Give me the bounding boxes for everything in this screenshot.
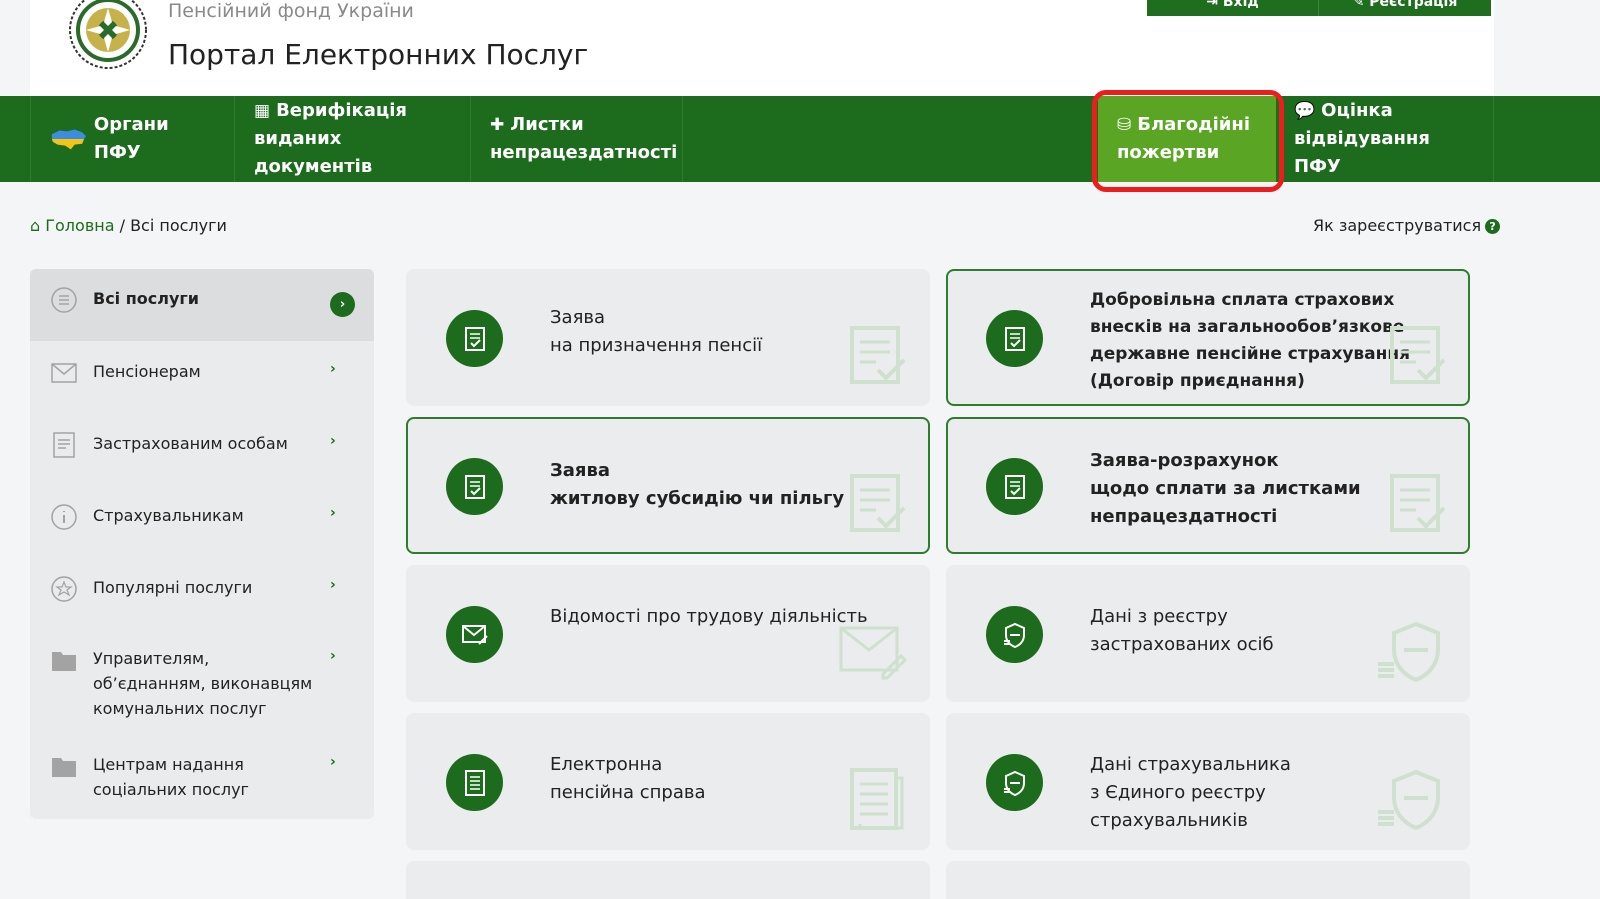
- login-button[interactable]: ⇥ Вхід: [1147, 0, 1319, 16]
- chevron-right-icon: ›: [330, 433, 336, 449]
- sidebar-item-managers[interactable]: Управителям, об’єднанням, виконавцям ком…: [30, 646, 374, 721]
- question-icon: ?: [1485, 219, 1501, 234]
- list-icon: [50, 286, 77, 313]
- nav-sick-leave-label: ✚ Листки непрацездатності: [490, 114, 678, 163]
- pfu-logo[interactable]: [66, 0, 150, 72]
- nav-rating-label: 💬 Оцінка відвідування ПФУ: [1294, 100, 1430, 177]
- sidebar-item-label: Управителям, об’єднанням, виконавцям ком…: [93, 649, 313, 718]
- nav-organs[interactable]: Органи ПФУ: [31, 96, 235, 182]
- chevron-right-icon: ›: [330, 754, 336, 770]
- register-button[interactable]: ✎ Реєстрація: [1319, 0, 1491, 16]
- sidebar-item-label: Страхувальникам: [93, 506, 244, 525]
- envelope-pen-icon: [839, 626, 908, 680]
- main-nav: Органи ПФУ ▦ Верифікація виданих документ…: [0, 96, 1600, 182]
- service-card-electronic-pension-file[interactable]: Електронна пенсійна справа: [406, 713, 930, 850]
- document-icon: [50, 431, 77, 458]
- service-card-partial[interactable]: [406, 861, 930, 899]
- sidebar-item-insured[interactable]: Застрахованим особам ›: [30, 431, 374, 458]
- document-check-icon: [1390, 326, 1446, 384]
- org-name: Пенсійний фонд України: [168, 0, 414, 22]
- info-icon: [50, 503, 77, 530]
- charity-highlight-box: [1092, 90, 1284, 192]
- breadcrumb-home[interactable]: ⌂ Головна: [30, 216, 115, 235]
- breadcrumb: ⌂ Головна / Всі послуги: [30, 216, 227, 235]
- folder-icon: [50, 646, 77, 673]
- sidebar-item-employers[interactable]: Страхувальникам ›: [30, 503, 374, 530]
- envelope-pen-icon: [446, 606, 503, 663]
- sidebar-item-label: Центрам надання соціальних послуг: [93, 755, 249, 799]
- sidebar-item-all-services[interactable]: Всі послуги ›: [30, 269, 374, 341]
- service-card-voluntary-contributions[interactable]: Добровільна сплата страхових внесків на …: [946, 269, 1470, 406]
- medkit-icon: ✚: [490, 115, 505, 135]
- document-check-icon: [986, 310, 1043, 367]
- card-subtitle: з Єдиного реєстру страхувальників: [1090, 782, 1266, 831]
- qr-code-icon: ▦: [254, 101, 271, 121]
- chevron-right-icon: ›: [330, 648, 336, 664]
- sidebar-item-label: Пенсіонерам: [93, 362, 201, 381]
- sidebar-item-label: Застрахованим особам: [93, 434, 288, 453]
- document-check-icon: [446, 310, 503, 367]
- service-card-pension-application[interactable]: Заява на призначення пенсії: [406, 269, 930, 406]
- shield-coins-icon: [986, 606, 1043, 663]
- how-to-register-link[interactable]: Як зареєструватися?: [1313, 216, 1501, 235]
- chevron-right-icon: ›: [330, 577, 336, 593]
- folder-icon: [50, 752, 77, 779]
- sidebar-item-social-centers[interactable]: Центрам надання соціальних послуг ›: [30, 752, 374, 802]
- nav-rating[interactable]: 💬 Оцінка відвідування ПФУ: [1280, 96, 1494, 182]
- shield-coins-icon: [1378, 621, 1440, 683]
- nav-verification-label: ▦ Верифікація виданих документів: [254, 100, 407, 177]
- document-check-icon: [850, 474, 906, 532]
- service-card-sick-leave-payment[interactable]: Заява-розрахунок щодо сплати за листками…: [946, 417, 1470, 554]
- nav-organs-label: Органи ПФУ: [93, 114, 169, 163]
- sidebar: Всі послуги › Пенсіонерам › Застраховани…: [30, 269, 374, 819]
- nav-verification[interactable]: ▦ Верифікація виданих документів: [235, 96, 471, 182]
- service-card-work-history[interactable]: Відомості про трудову діяльність: [406, 565, 930, 702]
- shield-coins-icon: [986, 754, 1043, 811]
- document-check-icon: [446, 458, 503, 515]
- ukraine-map-icon: [51, 129, 86, 150]
- chat-bubble-icon: 💬: [1294, 101, 1316, 121]
- nav-sick-leave[interactable]: ✚ Листки непрацездатності: [471, 96, 683, 182]
- star-icon: [50, 575, 77, 602]
- portal-title: Портал Електронних Послуг: [168, 38, 589, 71]
- sidebar-item-popular[interactable]: Популярні послуги ›: [30, 575, 374, 602]
- sidebar-item-label: Популярні послуги: [93, 578, 253, 597]
- envelope-icon: [50, 359, 77, 386]
- chevron-right-icon: ›: [330, 361, 336, 377]
- home-icon: ⌂: [30, 216, 46, 235]
- chevron-right-icon: ›: [330, 292, 355, 317]
- breadcrumb-current: Всі послуги: [130, 216, 227, 235]
- service-card-insured-registry[interactable]: Дані з реєстру застрахованих осіб: [946, 565, 1470, 702]
- shield-coins-icon: [1378, 769, 1440, 831]
- service-card-housing-subsidy[interactable]: Заява житлову субсидію чи пільгу: [406, 417, 930, 554]
- service-card-partial[interactable]: [946, 861, 1470, 899]
- chevron-right-icon: ›: [330, 505, 336, 521]
- document-check-icon: [1390, 474, 1446, 532]
- document-check-icon: [850, 326, 906, 384]
- file-folder-icon: [446, 754, 503, 811]
- file-folder-icon: [850, 768, 904, 830]
- document-check-icon: [986, 458, 1043, 515]
- sidebar-item-pensioners[interactable]: Пенсіонерам ›: [30, 359, 374, 386]
- sidebar-item-label: Всі послуги: [93, 289, 199, 308]
- auth-bar: ⇥ Вхід ✎ Реєстрація: [1147, 0, 1491, 16]
- service-card-employer-registry[interactable]: Дані страхувальника з Єдиного реєстру ст…: [946, 713, 1470, 850]
